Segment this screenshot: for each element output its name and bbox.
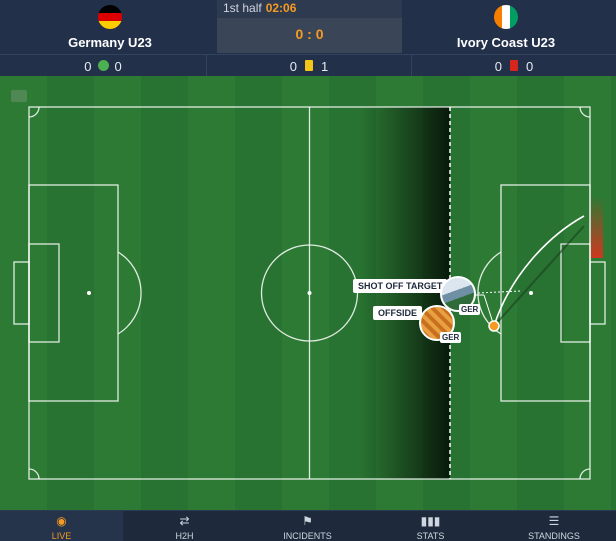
substitution-icon (97, 60, 109, 72)
stats-row: 00 01 00 (0, 54, 616, 77)
away-substitutions: 0 (114, 59, 122, 75)
away-red-cards: 0 (526, 59, 534, 75)
home-substitutions: 0 (84, 59, 92, 75)
away-yellow-cards: 1 (321, 59, 329, 75)
scoreboard: 1st half 02:06 0 : 0 (217, 0, 402, 53)
bottom-nav: ◉ LIVE ⇄ H2H ⚑ INCIDENTS ▮▮▮ STATS ☰ STA… (0, 510, 616, 541)
eye-icon: ◉ (56, 514, 67, 528)
nav-h2h-label: H2H (175, 531, 194, 541)
home-team[interactable]: Germany U23 (0, 0, 220, 54)
flag-germany-icon (98, 5, 122, 29)
pitch-lines (13, 106, 606, 480)
camera-icon[interactable] (11, 90, 27, 102)
event-label-offside: OFFSIDE (373, 306, 423, 320)
away-team-name: Ivory Coast U23 (456, 35, 556, 50)
nav-incidents-label: INCIDENTS (283, 531, 332, 541)
nav-stats-label: STATS (416, 531, 445, 541)
nav-h2h[interactable]: ⇄ H2H (123, 511, 246, 541)
nav-standings-label: STANDINGS (528, 531, 580, 541)
standings-icon: ☰ (548, 514, 560, 528)
offside-event-team: GER (440, 332, 462, 343)
match-period: 1st half 02:06 (217, 0, 402, 18)
match-header: Germany U23 1st half 02:06 0 : 0 Ivory Co… (0, 0, 616, 54)
nav-standings[interactable]: ☰ STANDINGS (492, 511, 616, 541)
incidents-icon: ⚑ (302, 514, 313, 528)
shot-event-team: GER (459, 304, 481, 315)
flag-ivory-coast-icon (494, 5, 518, 29)
nav-live-label: LIVE (51, 531, 72, 541)
match-tracker: Germany U23 1st half 02:06 0 : 0 Ivory Co… (0, 0, 616, 541)
yellow-cards-stat: 01 (206, 55, 412, 77)
substitutions-stat: 00 (0, 55, 206, 77)
nav-live[interactable]: ◉ LIVE (0, 511, 123, 541)
away-team[interactable]: Ivory Coast U23 (396, 0, 616, 54)
pitch: SHOT OFF TARGET GER OFFSIDE GER (0, 76, 616, 510)
period-label: 1st half (223, 1, 262, 15)
match-clock: 02:06 (265, 1, 297, 15)
goal-pressure-bar (591, 196, 603, 258)
h2h-icon: ⇄ (179, 514, 190, 528)
home-team-name: Germany U23 (68, 35, 152, 50)
shot-trajectory (493, 215, 585, 327)
home-yellow-cards: 0 (289, 59, 297, 75)
score: 0 : 0 (295, 26, 324, 42)
ball-position (488, 320, 500, 332)
event-label-shot-off-target: SHOT OFF TARGET (353, 279, 448, 293)
red-card-icon (510, 60, 518, 72)
nav-incidents[interactable]: ⚑ INCIDENTS (246, 511, 369, 541)
home-red-cards: 0 (494, 59, 502, 75)
yellow-card-icon (305, 60, 313, 72)
red-cards-stat: 00 (412, 55, 616, 77)
stats-icon: ▮▮▮ (420, 514, 441, 528)
nav-stats[interactable]: ▮▮▮ STATS (369, 511, 492, 541)
offside-shade (360, 107, 450, 479)
